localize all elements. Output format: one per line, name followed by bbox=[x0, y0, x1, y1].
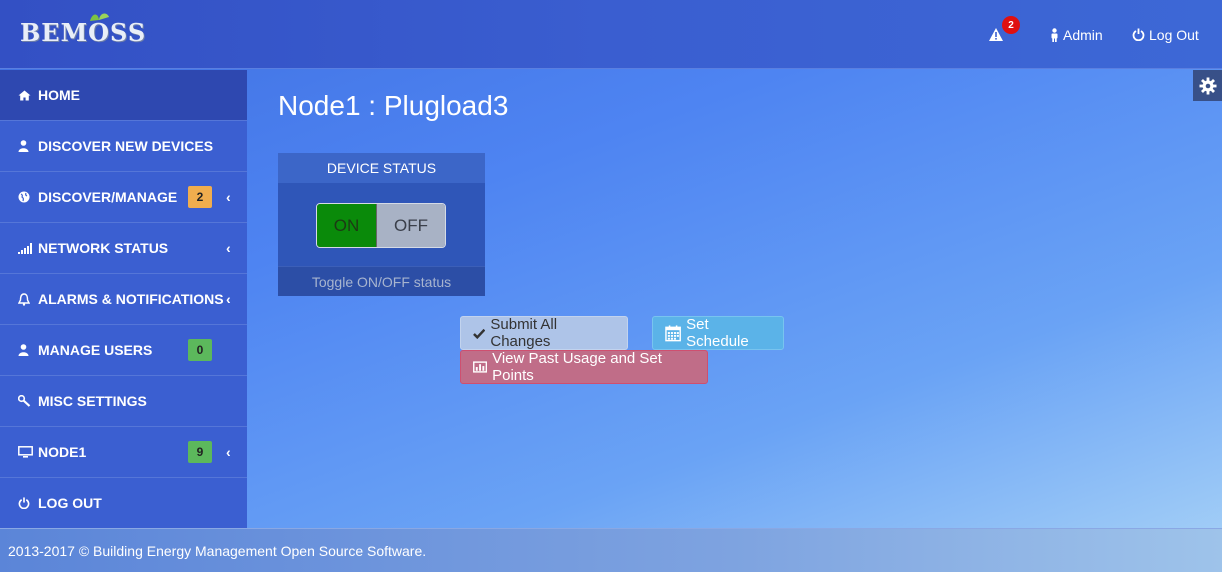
wrench-icon bbox=[18, 395, 38, 407]
home-icon bbox=[18, 90, 38, 101]
sidebar-item-manage-users[interactable]: MANAGE USERS 0 bbox=[0, 325, 247, 376]
sidebar-item-network-status[interactable]: NETWORK STATUS ‹ bbox=[0, 223, 247, 274]
sidebar: HOME DISCOVER NEW DEVICES DISCOVER/MANAG… bbox=[0, 70, 247, 529]
checkmark-icon bbox=[473, 328, 486, 339]
sidebar-item-label: NETWORK STATUS bbox=[38, 240, 169, 256]
count-badge: 0 bbox=[188, 339, 212, 361]
chevron-left-icon: ‹ bbox=[226, 291, 231, 307]
admin-menu[interactable]: Admin bbox=[1050, 0, 1103, 69]
power-icon bbox=[18, 497, 38, 509]
sidebar-item-log-out[interactable]: LOG OUT bbox=[0, 478, 247, 529]
warning-icon bbox=[989, 28, 1003, 41]
top-navbar: BEMOSS 2 Admin Log Out bbox=[0, 0, 1222, 69]
sidebar-item-discover-new-devices[interactable]: DISCOVER NEW DEVICES bbox=[0, 121, 247, 172]
sidebar-item-label: LOG OUT bbox=[38, 495, 102, 511]
chevron-left-icon: ‹ bbox=[226, 189, 231, 205]
person-icon bbox=[1051, 27, 1058, 42]
set-schedule-button[interactable]: Set Schedule bbox=[652, 316, 784, 350]
sidebar-item-discover-manage[interactable]: DISCOVER/MANAGE 2 ‹ bbox=[0, 172, 247, 223]
signal-icon bbox=[18, 242, 38, 254]
toggle-on-option[interactable]: ON bbox=[317, 204, 377, 247]
sidebar-item-label: DISCOVER NEW DEVICES bbox=[38, 138, 214, 154]
bell-icon bbox=[18, 292, 38, 306]
footer: 2013-2017 © Building Energy Management O… bbox=[0, 528, 1222, 572]
sidebar-item-label: MANAGE USERS bbox=[38, 342, 153, 358]
sidebar-item-home[interactable]: HOME bbox=[0, 70, 247, 121]
globe-icon bbox=[18, 191, 38, 203]
count-badge: 9 bbox=[188, 441, 212, 463]
sidebar-item-label: MISC SETTINGS bbox=[38, 393, 147, 409]
sidebar-item-label: NODE1 bbox=[38, 444, 87, 460]
view-past-usage-button[interactable]: View Past Usage and Set Points bbox=[460, 350, 708, 384]
admin-label: Admin bbox=[1063, 26, 1103, 43]
logout-link[interactable]: Log Out bbox=[1132, 0, 1199, 69]
footer-copyright: 2013-2017 © Building Energy Management O… bbox=[8, 542, 427, 559]
sidebar-item-node1[interactable]: NODE1 9 ‹ bbox=[0, 427, 247, 478]
submit-all-changes-button[interactable]: Submit All Changes bbox=[460, 316, 628, 350]
toggle-off-option[interactable]: OFF bbox=[377, 204, 445, 247]
alerts-button[interactable]: 2 bbox=[988, 0, 1020, 69]
calendar-icon bbox=[665, 324, 681, 341]
sidebar-item-label: HOME bbox=[38, 87, 80, 103]
sidebar-item-misc-settings[interactable]: MISC SETTINGS bbox=[0, 376, 247, 427]
chevron-left-icon: ‹ bbox=[226, 240, 231, 256]
page-title: Node1 : Plugload3 bbox=[278, 90, 509, 121]
schedule-label: Set Schedule bbox=[686, 316, 749, 350]
sidebar-item-label: DISCOVER/MANAGE bbox=[38, 189, 178, 205]
device-status-heading: DEVICE STATUS bbox=[278, 153, 485, 183]
device-status-panel: DEVICE STATUS ON OFF Toggle ON/OFF statu… bbox=[278, 153, 485, 296]
chevron-left-icon: ‹ bbox=[226, 444, 231, 460]
user-icon bbox=[18, 344, 38, 356]
settings-gear-button[interactable] bbox=[1193, 70, 1222, 101]
bar-chart-icon bbox=[473, 361, 488, 373]
monitor-icon bbox=[18, 446, 38, 458]
power-icon bbox=[1132, 28, 1145, 41]
logout-label: Log Out bbox=[1149, 26, 1199, 43]
usage-label: View Past Usage and Set Points bbox=[492, 350, 662, 384]
gear-icon bbox=[1199, 77, 1216, 94]
leaf-icon bbox=[90, 13, 109, 21]
alert-count-badge: 2 bbox=[1002, 16, 1020, 34]
toggle-hint-text: Toggle ON/OFF status bbox=[278, 266, 485, 296]
count-badge: 2 bbox=[188, 186, 212, 208]
sidebar-item-label: ALARMS & NOTIFICATIONS bbox=[38, 291, 224, 307]
user-icon bbox=[18, 140, 38, 152]
submit-label: Submit All Changes bbox=[490, 316, 558, 350]
sidebar-item-alarms-notifications[interactable]: ALARMS & NOTIFICATIONS ‹ bbox=[0, 274, 247, 325]
on-off-toggle[interactable]: ON OFF bbox=[316, 203, 446, 248]
bemoss-logo[interactable]: BEMOSS bbox=[20, 18, 146, 47]
